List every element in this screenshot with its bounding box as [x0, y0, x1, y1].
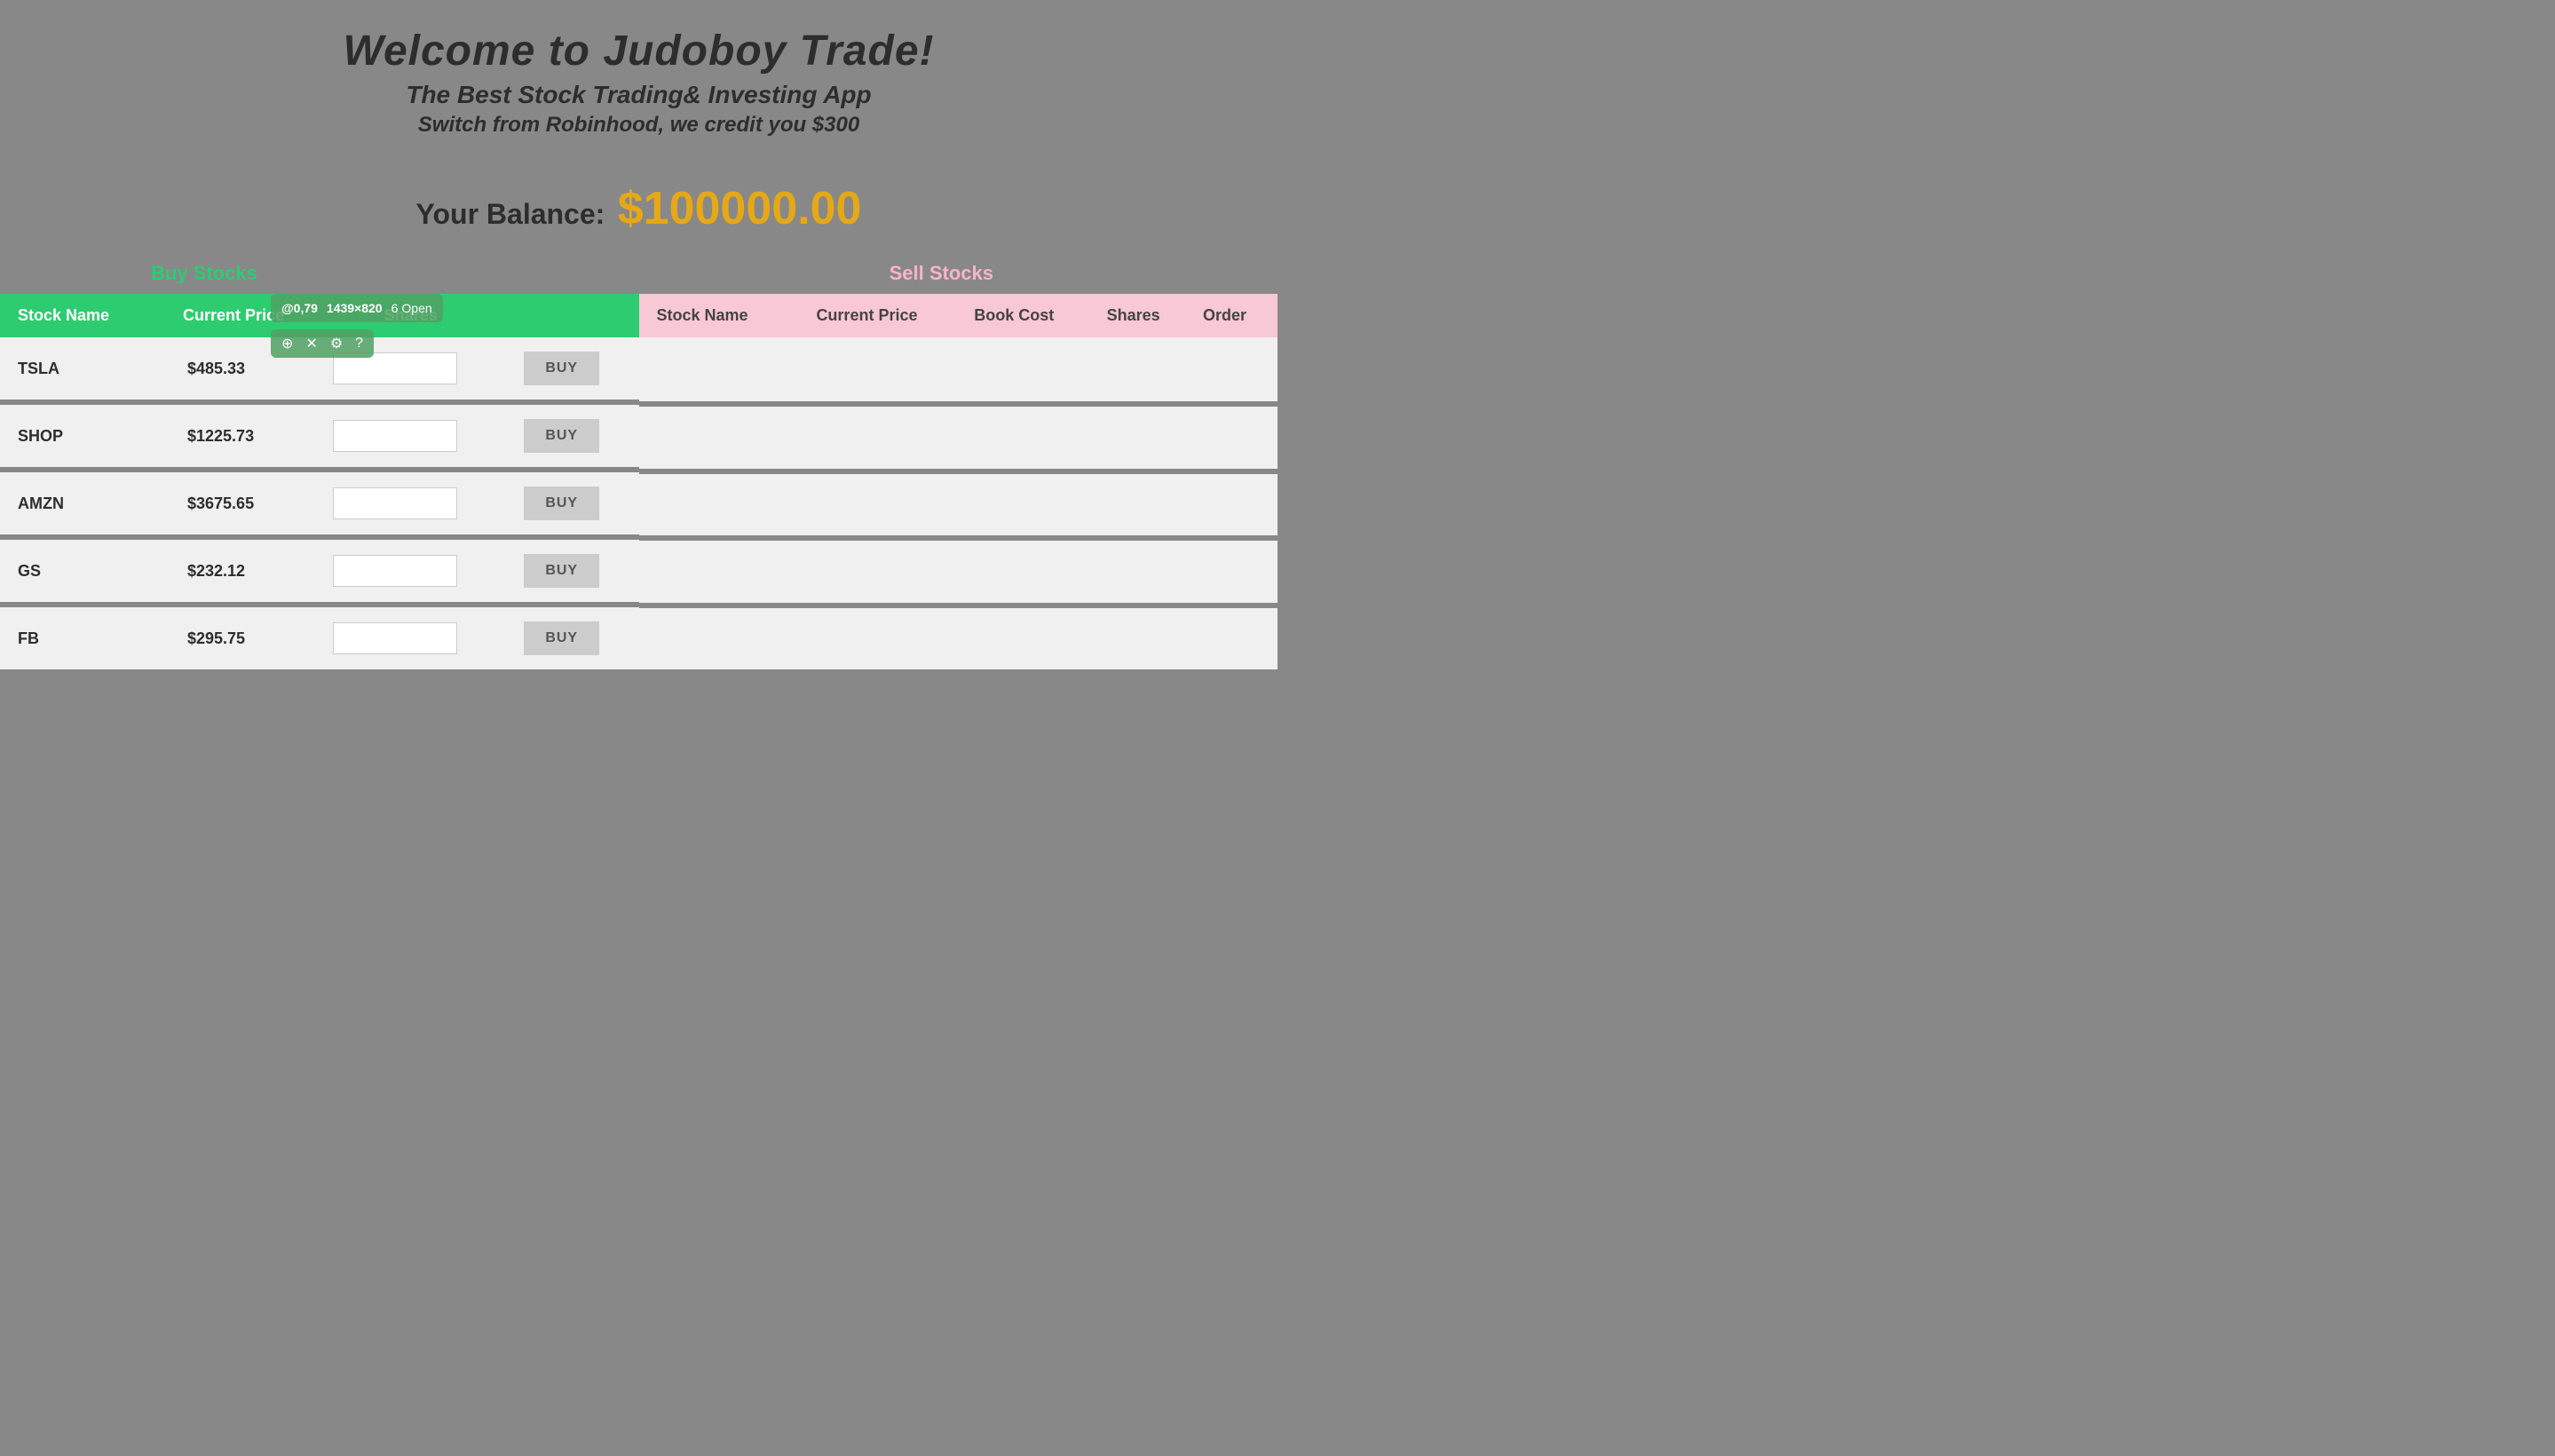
buy-button[interactable]: BUY: [524, 487, 599, 520]
page-promo: Switch from Robinhood, we credit you $30…: [18, 113, 1260, 138]
inspector-close-icon[interactable]: ✕: [305, 335, 317, 352]
buy-stocks-label: Buy Stocks: [151, 262, 257, 285]
inspector-cursor-icon[interactable]: ⊕: [281, 335, 293, 352]
sell-table-header-row: Stock Name Current Price Book Cost Share…: [639, 294, 1278, 337]
open-label: Open: [401, 301, 431, 315]
buy-button[interactable]: BUY: [524, 352, 599, 385]
tables-container: Stock Name Current Price Shares TSLA $48…: [0, 294, 1278, 675]
open-count: 6: [392, 301, 399, 315]
shares-cell: [315, 605, 506, 672]
buy-button-cell: BUY: [506, 402, 638, 470]
sell-col-shares: Shares: [1081, 294, 1185, 337]
stock-name-cell: AMZN: [0, 470, 152, 537]
stock-name-cell: FB: [0, 605, 152, 672]
inspector-open: 6 Open: [392, 301, 432, 315]
table-row: [639, 605, 1278, 672]
stock-price-cell: $1225.73: [152, 402, 315, 470]
table-row: AMZN $3675.65 BUY: [0, 470, 639, 537]
shares-input[interactable]: [333, 622, 457, 654]
page-title: Welcome to Judoboy Trade!: [18, 27, 1260, 75]
sell-col-order: Order: [1185, 294, 1278, 337]
balance-amount: $100000.00: [618, 183, 862, 234]
table-row: GS $232.12 BUY: [0, 537, 639, 605]
balance-section: Your Balance: $100000.00: [0, 155, 1278, 253]
buy-button-cell: BUY: [506, 337, 638, 402]
sell-stocks-label: Sell Stocks: [890, 262, 993, 285]
balance-label: Your Balance:: [416, 198, 605, 230]
stock-price-cell: $232.12: [152, 537, 315, 605]
buy-button-cell: BUY: [506, 537, 638, 605]
buy-button[interactable]: BUY: [524, 419, 599, 453]
inspector-overlay: @0,79 1439×820 6 Open: [271, 294, 443, 322]
buy-col-action: [506, 294, 638, 337]
table-row: [639, 404, 1278, 471]
buy-button[interactable]: BUY: [524, 621, 599, 655]
sell-table: Stock Name Current Price Book Cost Share…: [639, 294, 1278, 675]
table-row: FB $295.75 BUY: [0, 605, 639, 672]
buy-button-cell: BUY: [506, 605, 638, 672]
shares-input[interactable]: [333, 555, 457, 587]
sell-col-book-cost: Book Cost: [946, 294, 1081, 337]
table-row: [639, 337, 1278, 404]
shares-cell: [315, 470, 506, 537]
page-header: Welcome to Judoboy Trade! The Best Stock…: [0, 0, 1278, 155]
table-row: [639, 538, 1278, 605]
stock-name-cell: TSLA: [0, 337, 152, 402]
shares-cell: [315, 402, 506, 470]
sell-col-current-price: Current Price: [787, 294, 947, 337]
inspector-actions[interactable]: ⊕ ✕ ⚙ ?: [271, 329, 374, 358]
shares-input[interactable]: [333, 420, 457, 452]
inspector-size: 1439×820: [327, 301, 383, 315]
inspector-coords: @0,79: [281, 301, 318, 315]
page-subtitle: The Best Stock Trading& Investing App: [18, 81, 1260, 109]
shares-input[interactable]: [333, 487, 457, 519]
sell-col-stock-name: Stock Name: [639, 294, 787, 337]
stock-price-cell: $295.75: [152, 605, 315, 672]
buy-button-cell: BUY: [506, 470, 638, 537]
table-row: [639, 471, 1278, 538]
buy-col-stock-name: Stock Name: [0, 294, 152, 337]
inspector-help-icon[interactable]: ?: [355, 336, 363, 352]
table-row: SHOP $1225.73 BUY: [0, 402, 639, 470]
stock-price-cell: $3675.65: [152, 470, 315, 537]
stock-name-cell: SHOP: [0, 402, 152, 470]
buy-button[interactable]: BUY: [524, 554, 599, 588]
inspector-settings-icon[interactable]: ⚙: [330, 335, 343, 352]
stock-name-cell: GS: [0, 537, 152, 605]
shares-cell: [315, 537, 506, 605]
section-labels: Buy Stocks Sell Stocks: [0, 253, 1278, 294]
